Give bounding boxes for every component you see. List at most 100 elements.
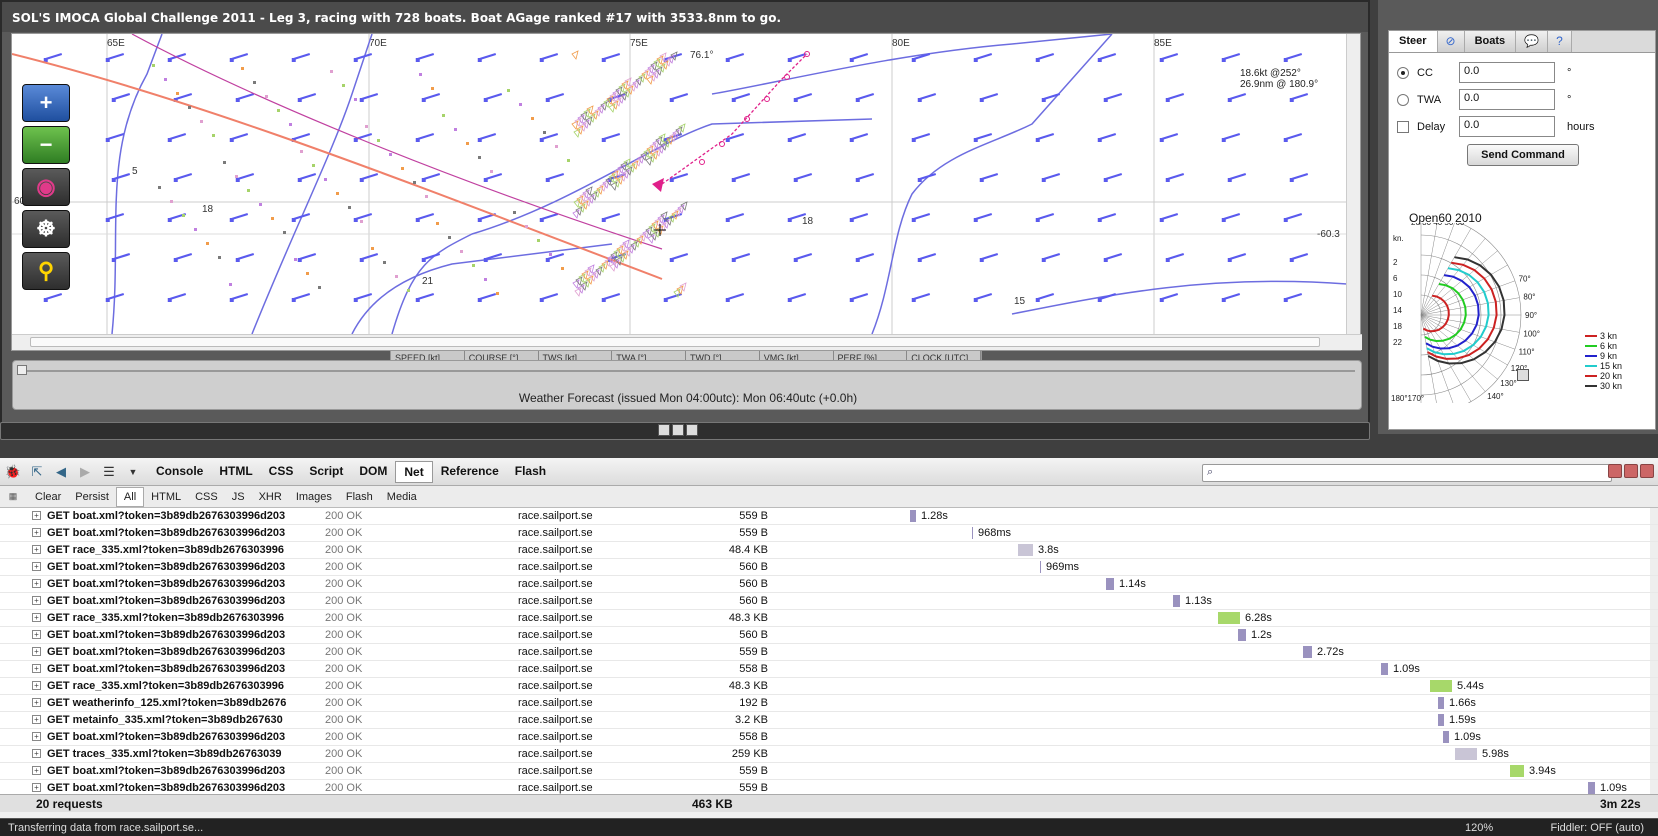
boat-dot[interactable] [253, 81, 256, 84]
twa-radio[interactable] [1397, 93, 1409, 106]
filter-all[interactable]: All [115, 486, 145, 507]
boat-marker[interactable] [609, 262, 617, 272]
boat-dot[interactable] [223, 161, 226, 164]
boat-marker[interactable] [573, 198, 581, 208]
twa-input[interactable]: 0.0 [1459, 89, 1555, 110]
boat-dot[interactable] [330, 70, 333, 73]
slider-handle[interactable] [17, 365, 27, 375]
boat-marker[interactable] [574, 287, 582, 297]
close-icon[interactable] [1640, 464, 1654, 478]
cc-input[interactable]: 0.0 [1459, 62, 1555, 83]
map-horizontal-scrollbar[interactable] [12, 334, 1362, 350]
boat-dot[interactable] [567, 159, 570, 162]
delay-input[interactable]: 0.0 [1459, 116, 1555, 137]
forecast-slider[interactable]: Weather Forecast (issued Mon 04:00utc): … [12, 360, 1362, 410]
boat-dot[interactable] [555, 145, 558, 148]
request-row[interactable]: + GET boat.xml?token=3b89db2676303996d20… [0, 576, 1658, 593]
boat-dot[interactable] [537, 239, 540, 242]
tab-steer[interactable]: Steer [1389, 31, 1438, 52]
firebug-icon[interactable]: 🐞 [4, 463, 22, 481]
boat-dot[interactable] [454, 128, 457, 131]
boat-dot[interactable] [342, 84, 345, 87]
detach-icon[interactable] [1624, 464, 1638, 478]
boat-dot[interactable] [549, 253, 552, 256]
boat-dot[interactable] [383, 261, 386, 264]
expand-toggle[interactable]: + [32, 562, 41, 571]
boat-dot[interactable] [229, 283, 232, 286]
expand-toggle[interactable]: + [32, 766, 41, 775]
map-canvas[interactable]: 65E70E75E80E85E60S-60.376.1°18.6kt @252°… [12, 34, 1347, 334]
boat-marker[interactable] [572, 279, 580, 289]
boat-dot[interactable] [472, 264, 475, 267]
filter-css[interactable]: CSS [188, 488, 225, 506]
delay-checkbox[interactable] [1397, 120, 1409, 133]
boat-marker[interactable] [610, 181, 618, 191]
boat-dot[interactable] [212, 134, 215, 137]
boat-dot[interactable] [484, 278, 487, 281]
request-row[interactable]: + GET race_335.xml?token=3b89db267630399… [0, 610, 1658, 627]
back-icon[interactable]: ◀ [52, 463, 70, 481]
zoom-out-icon[interactable]: − [22, 126, 70, 164]
boat-dot[interactable] [496, 292, 499, 295]
boat-dot[interactable] [419, 73, 422, 76]
expand-toggle[interactable]: + [32, 579, 41, 588]
request-row[interactable]: + GET weatherinfo_125.xml?token=3b89db26… [0, 695, 1658, 712]
boat-dot[interactable] [519, 103, 522, 106]
boat-dot[interactable] [164, 78, 167, 81]
boat-dot[interactable] [377, 139, 380, 142]
boat-marker[interactable] [645, 156, 653, 166]
tab-compass-icon[interactable]: ⊘ [1437, 31, 1465, 52]
boat-marker[interactable] [571, 120, 579, 130]
boat-dot[interactable] [218, 256, 221, 259]
boat-dot[interactable] [300, 150, 303, 153]
dropdown-icon[interactable]: ▼ [124, 463, 142, 481]
boat-dot[interactable] [371, 247, 374, 250]
expand-toggle[interactable]: + [32, 528, 41, 537]
panel-tab-net[interactable]: Net [395, 460, 433, 483]
plugin-icon[interactable] [672, 424, 684, 436]
filter-xhr[interactable]: XHR [252, 488, 289, 506]
boat-dot[interactable] [318, 286, 321, 289]
request-row[interactable]: + GET boat.xml?token=3b89db2676303996d20… [0, 763, 1658, 780]
expand-toggle[interactable]: + [32, 630, 41, 639]
boat-dot[interactable] [294, 258, 297, 261]
expand-toggle[interactable]: + [32, 732, 41, 741]
tab-chat-icon[interactable]: 💬 [1516, 31, 1549, 52]
expand-toggle[interactable]: + [32, 749, 41, 758]
boat-dot[interactable] [531, 117, 534, 120]
expand-toggle[interactable]: + [32, 596, 41, 605]
tab-help-icon[interactable]: ? [1548, 31, 1572, 52]
filter-persist[interactable]: Persist [68, 488, 116, 506]
map-scroll-thumb[interactable] [30, 337, 1320, 347]
boat-dot[interactable] [389, 153, 392, 156]
panel-tab-dom[interactable]: DOM [351, 461, 395, 483]
boat-dot[interactable] [152, 64, 155, 67]
cc-radio[interactable] [1397, 66, 1409, 79]
request-row[interactable]: + GET race_335.xml?token=3b89db267630399… [0, 542, 1658, 559]
boat-dot[interactable] [354, 98, 357, 101]
boat-dot[interactable] [200, 120, 203, 123]
boat-dot[interactable] [401, 167, 404, 170]
boat-dot[interactable] [241, 67, 244, 70]
xhr-icon[interactable]: ▦ [4, 488, 22, 506]
boat-dot[interactable] [277, 109, 280, 112]
request-row[interactable]: + GET boat.xml?token=3b89db2676303996d20… [0, 593, 1658, 610]
search-input[interactable]: ⌕ [1202, 464, 1612, 482]
request-row[interactable]: + GET traces_335.xml?token=3b89db2676303… [0, 746, 1658, 763]
panel-tab-html[interactable]: HTML [211, 461, 260, 483]
expand-toggle[interactable]: + [32, 664, 41, 673]
panel-tab-css[interactable]: CSS [261, 461, 302, 483]
boat-dot[interactable] [206, 242, 209, 245]
expand-toggle[interactable]: + [32, 698, 41, 707]
request-row[interactable]: + GET boat.xml?token=3b89db2676303996d20… [0, 661, 1658, 678]
boat-dot[interactable] [336, 192, 339, 195]
expand-icon[interactable] [1517, 369, 1529, 381]
boat-dot[interactable] [312, 164, 315, 167]
boat-dot[interactable] [158, 186, 161, 189]
boat-dot[interactable] [513, 211, 516, 214]
request-row[interactable]: + GET boat.xml?token=3b89db2676303996d20… [0, 627, 1658, 644]
filter-flash[interactable]: Flash [339, 488, 380, 506]
request-row[interactable]: + GET boat.xml?token=3b89db2676303996d20… [0, 729, 1658, 746]
request-row[interactable]: + GET boat.xml?token=3b89db2676303996d20… [0, 559, 1658, 576]
boat-marker[interactable] [571, 50, 579, 60]
